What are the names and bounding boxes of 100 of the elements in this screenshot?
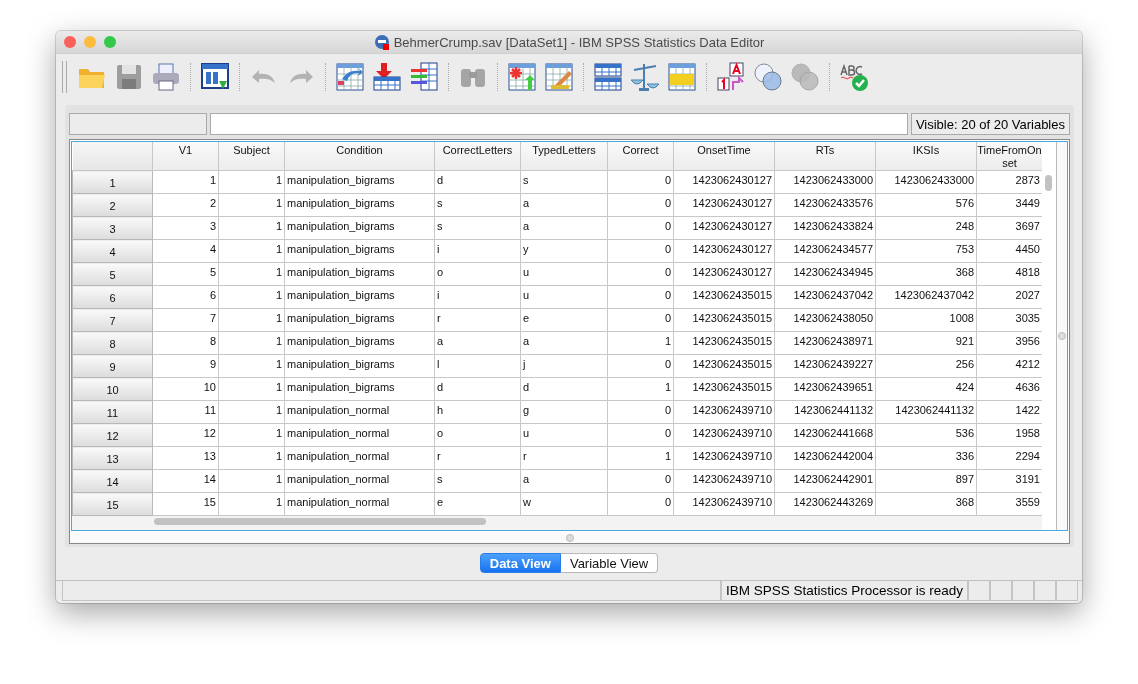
table-cell[interactable]: 1 (218, 377, 285, 401)
table-cell[interactable]: 1423062435015 (673, 377, 775, 401)
splitter-handle[interactable] (1058, 332, 1066, 340)
view-tab[interactable]: Data View (479, 553, 561, 573)
row-header[interactable]: 12 (72, 423, 153, 447)
row-header[interactable]: 8 (72, 331, 153, 355)
table-cell[interactable]: 1423062433824 (774, 216, 876, 240)
table-cell[interactable]: s (434, 216, 521, 240)
table-cell[interactable]: manipulation_bigrams (284, 377, 435, 401)
table-cell[interactable]: 1423062435015 (673, 308, 775, 332)
table-cell[interactable]: 1423062439227 (774, 354, 876, 378)
table-cell[interactable]: s (434, 469, 521, 493)
row-header[interactable]: 3 (72, 216, 153, 240)
go-to-variable-button[interactable] (371, 61, 403, 93)
print-button[interactable] (150, 61, 182, 93)
table-cell[interactable]: 1423062433576 (774, 193, 876, 217)
row-header[interactable]: 7 (72, 308, 153, 332)
table-cell[interactable]: 921 (875, 331, 977, 355)
table-cell[interactable]: r (434, 446, 521, 470)
table-cell[interactable]: 336 (875, 446, 977, 470)
table-cell[interactable]: a (520, 193, 608, 217)
table-cell[interactable]: 1 (607, 446, 674, 470)
table-cell[interactable]: 1423062434945 (774, 262, 876, 286)
table-cell[interactable]: manipulation_bigrams (284, 308, 435, 332)
table-cell[interactable]: u (520, 262, 608, 286)
table-cell[interactable]: 1 (152, 170, 219, 194)
table-cell[interactable]: 536 (875, 423, 977, 447)
table-cell[interactable]: s (434, 193, 521, 217)
table-cell[interactable]: 1423062439710 (673, 423, 775, 447)
table-cell[interactable]: 13 (152, 446, 219, 470)
table-cell[interactable]: w (520, 492, 608, 516)
table-cell[interactable]: e (434, 492, 521, 516)
row-header[interactable]: 5 (72, 262, 153, 286)
table-cell[interactable]: 1 (218, 492, 285, 516)
zoom-button[interactable] (104, 36, 116, 48)
table-cell[interactable]: o (434, 262, 521, 286)
vertical-scrollbar-thumb[interactable] (1045, 175, 1052, 191)
table-cell[interactable]: u (520, 423, 608, 447)
table-cell[interactable]: 0 (607, 308, 674, 332)
table-cell[interactable]: 0 (607, 492, 674, 516)
table-cell[interactable]: e (520, 308, 608, 332)
table-cell[interactable]: 1423062442901 (774, 469, 876, 493)
table-cell[interactable]: manipulation_normal (284, 423, 435, 447)
table-cell[interactable]: 1 (218, 239, 285, 263)
table-cell[interactable]: 576 (875, 193, 977, 217)
table-cell[interactable]: 15 (152, 492, 219, 516)
splitter-handle[interactable] (565, 533, 574, 542)
table-cell[interactable]: manipulation_normal (284, 469, 435, 493)
table-cell[interactable]: 1 (218, 331, 285, 355)
table-cell[interactable]: 1 (218, 308, 285, 332)
table-cell[interactable]: manipulation_bigrams (284, 354, 435, 378)
table-cell[interactable]: 9 (152, 354, 219, 378)
row-header[interactable]: 4 (72, 239, 153, 263)
table-cell[interactable]: 1 (218, 285, 285, 309)
table-cell[interactable]: 1423062437042 (875, 285, 977, 309)
table-cell[interactable]: l (434, 354, 521, 378)
table-cell[interactable]: 11 (152, 400, 219, 424)
table-cell[interactable]: manipulation_bigrams (284, 331, 435, 355)
table-cell[interactable]: 368 (875, 262, 977, 286)
table-cell[interactable]: 1423062441132 (774, 400, 876, 424)
table-cell[interactable]: i (434, 239, 521, 263)
column-header[interactable]: TimeFromOnset (976, 142, 1042, 171)
table-cell[interactable]: 1423062438050 (774, 308, 876, 332)
table-cell[interactable]: 1423062439651 (774, 377, 876, 401)
value-labels-button[interactable] (715, 61, 747, 93)
table-cell[interactable]: manipulation_normal (284, 446, 435, 470)
table-cell[interactable]: 0 (607, 354, 674, 378)
table-cell[interactable]: r (520, 446, 608, 470)
table-cell[interactable]: a (520, 469, 608, 493)
table-cell[interactable]: 1 (218, 400, 285, 424)
table-cell[interactable]: 248 (875, 216, 977, 240)
column-header[interactable]: CorrectLetters (434, 142, 521, 171)
table-cell[interactable]: 1 (218, 216, 285, 240)
table-cell[interactable]: manipulation_normal (284, 492, 435, 516)
table-cell[interactable]: 1 (218, 262, 285, 286)
table-cell[interactable]: manipulation_bigrams (284, 285, 435, 309)
table-cell[interactable]: 1 (218, 446, 285, 470)
table-cell[interactable]: 1 (607, 377, 674, 401)
table-cell[interactable]: 14 (152, 469, 219, 493)
table-cell[interactable]: 1 (218, 193, 285, 217)
table-cell[interactable]: 0 (607, 469, 674, 493)
table-cell[interactable]: u (520, 285, 608, 309)
table-cell[interactable]: 1423062433000 (774, 170, 876, 194)
table-cell[interactable]: a (520, 216, 608, 240)
table-cell[interactable]: 897 (875, 469, 977, 493)
table-cell[interactable]: 0 (607, 193, 674, 217)
table-cell[interactable]: 8 (152, 331, 219, 355)
row-header[interactable]: 14 (72, 469, 153, 493)
table-cell[interactable]: d (434, 377, 521, 401)
use-sets-button[interactable] (752, 61, 784, 93)
table-cell[interactable]: 1423062434577 (774, 239, 876, 263)
row-header[interactable]: 6 (72, 285, 153, 309)
weight-cases-button[interactable] (629, 61, 661, 93)
table-cell[interactable]: 1423062430127 (673, 193, 775, 217)
column-header[interactable]: Condition (284, 142, 435, 171)
table-cell[interactable]: 0 (607, 239, 674, 263)
table-cell[interactable]: 1423062439710 (673, 469, 775, 493)
table-cell[interactable]: r (434, 308, 521, 332)
table-cell[interactable]: 0 (607, 216, 674, 240)
table-cell[interactable]: 5 (152, 262, 219, 286)
